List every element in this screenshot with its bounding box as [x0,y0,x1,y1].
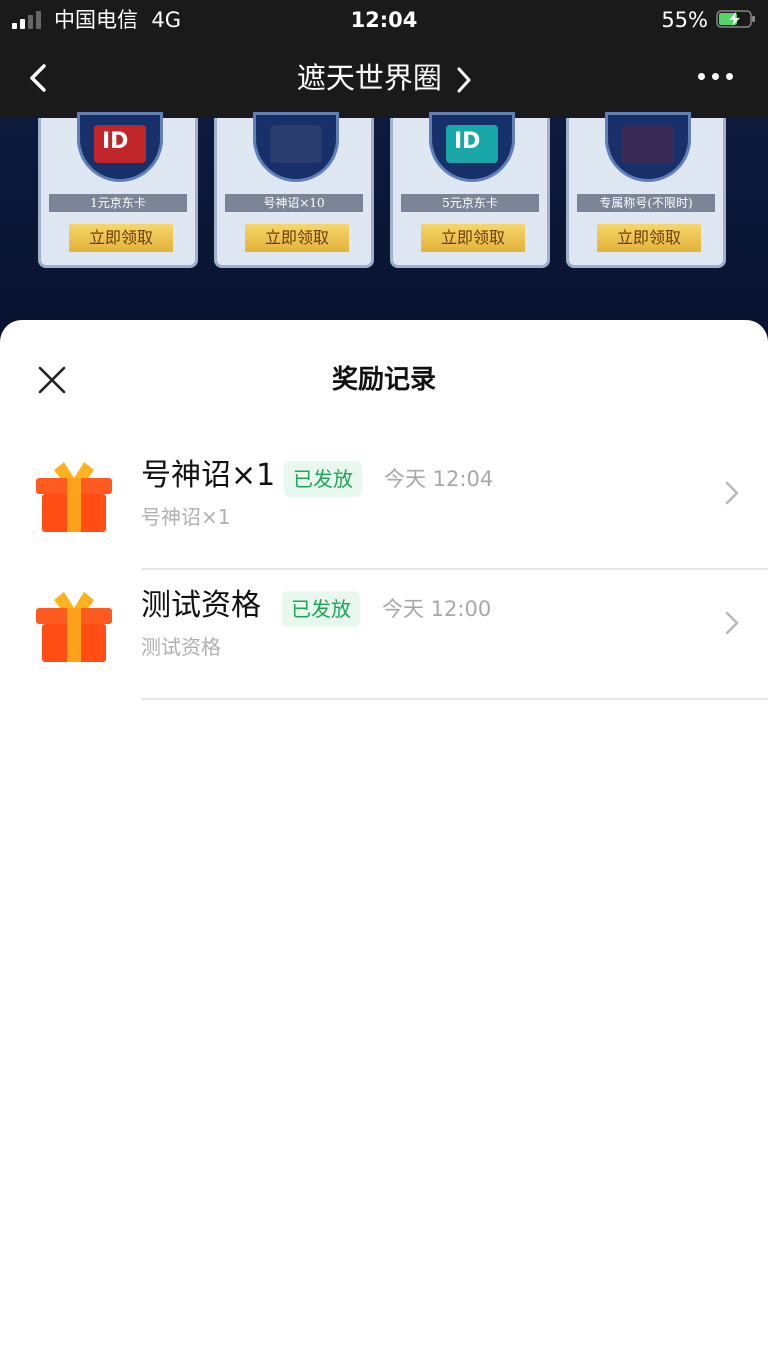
claim-button[interactable]: 立即领取 [597,224,701,252]
claim-button[interactable]: 立即领取 [69,224,173,252]
sheet-title: 奖励记录 [331,365,436,395]
chevron-right-icon [725,611,739,635]
reward-name: 1元京东卡 [49,194,187,212]
reward-name: 5元京东卡 [401,194,539,212]
status-badge: 已发放 [282,591,360,627]
claim-button[interactable]: 立即领取 [245,224,349,252]
reward-card: ID 5元京东卡 立即领取 [390,112,550,268]
more-dots-icon[interactable] [698,70,734,82]
reward-card: 号神诏×10 立即领取 [214,112,374,268]
reward-card: ID 1元京东卡 立即领取 [38,112,198,268]
gift-icon [36,462,112,532]
chevron-right-icon [725,481,739,505]
claim-button[interactable]: 立即领取 [421,224,525,252]
record-title: 测试资格 [141,588,261,623]
list-item[interactable]: 号神诏×1 已发放 今天 12:04 号神诏×1 [0,440,768,570]
reward-records-sheet: 奖励记录 号神诏×1 已发放 今天 12:04 号神诏×1 测试资格 已发放 今… [0,320,768,1366]
record-subtitle: 号神诏×1 [141,505,231,529]
record-time: 今天 12:00 [382,597,492,621]
battery-icon [716,10,755,28]
reward-thumb: ID [77,112,163,182]
nav-title[interactable]: 遮天世界圈 [0,58,768,98]
chevron-right-icon [457,67,471,93]
record-title: 号神诏×1 [141,458,276,493]
reward-thumb [605,112,691,182]
reward-thumb [253,112,339,182]
reward-thumb: ID [429,112,515,182]
nav-bar: 遮天世界圈 [0,40,768,118]
battery-percent: 55% [661,8,708,32]
reward-name: 号神诏×10 [225,194,363,212]
divider [141,698,768,700]
status-bar: 中国电信 4G 12:04 55% [0,0,768,40]
reward-name: 专属称号(不限时) [577,194,715,212]
status-badge: 已发放 [284,461,362,497]
list-item[interactable]: 测试资格 已发放 今天 12:00 测试资格 [0,570,768,700]
record-subtitle: 测试资格 [141,635,221,659]
reward-card: 专属称号(不限时) 立即领取 [566,112,726,268]
gift-icon [36,592,112,662]
record-time: 今天 12:04 [384,467,494,491]
clock: 12:04 [350,8,418,32]
